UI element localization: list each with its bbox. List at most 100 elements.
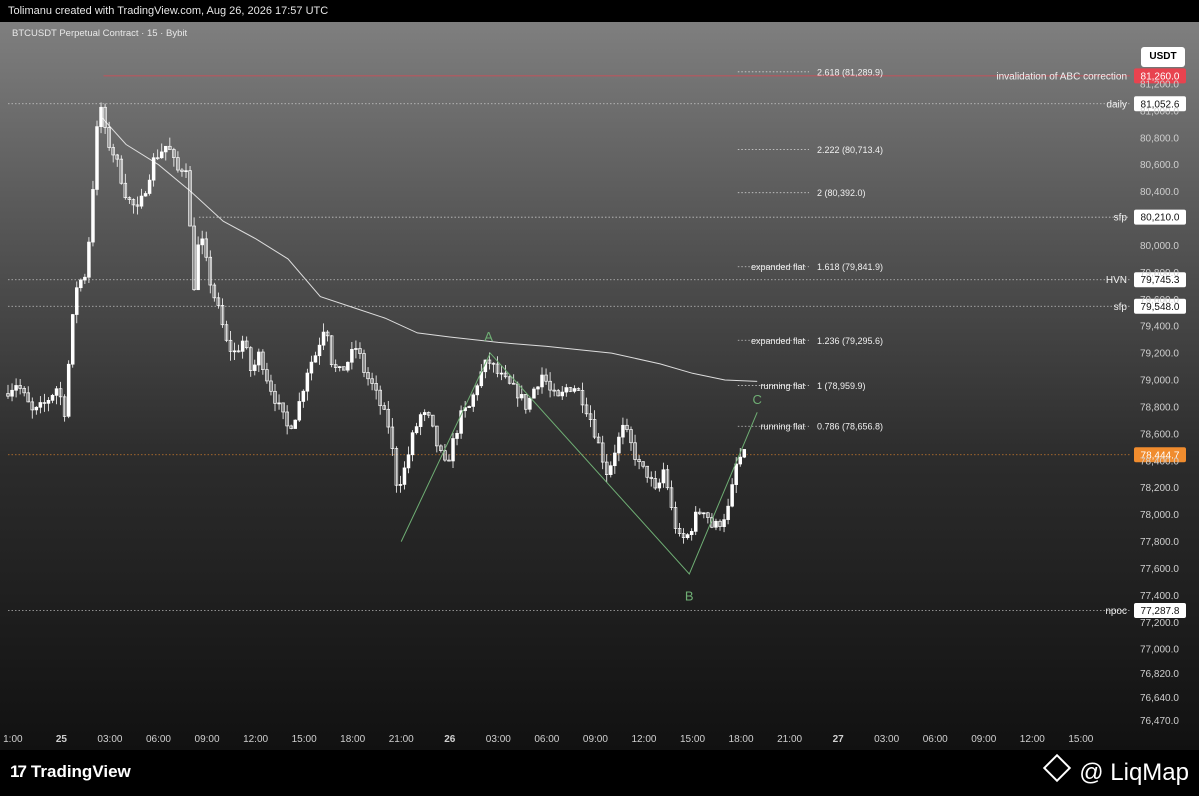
x-tick-label: 1:00	[3, 734, 23, 745]
y-tick-label: 77,600.0	[1140, 564, 1179, 575]
liqmap-logo: @ LiqMap	[1043, 753, 1189, 787]
candle-body	[613, 452, 617, 467]
x-tick-label: 12:00	[631, 734, 656, 745]
candle-body	[422, 412, 427, 415]
candle-body	[528, 397, 532, 410]
candle-body	[657, 482, 662, 489]
candle-body	[398, 484, 403, 486]
x-tick-label: 06:00	[923, 734, 948, 745]
y-tick-label: 78,000.0	[1140, 510, 1179, 521]
x-tick-label: 12:00	[1020, 734, 1045, 745]
x-tick-label: 03:00	[486, 734, 511, 745]
y-tick-label: 78,400.0	[1140, 456, 1179, 467]
currency-button[interactable]: USDT	[1141, 47, 1185, 67]
candle-body	[621, 424, 625, 438]
candle-body	[14, 385, 18, 391]
candle-body	[139, 195, 144, 207]
candle-body	[730, 484, 734, 507]
y-tick-label: 79,000.0	[1140, 376, 1179, 387]
y-tick-label: 79,600.0	[1140, 295, 1179, 306]
chart-title: BTCUSDT Perpetual Contract · 15 · Bybit	[12, 28, 187, 39]
candle-body	[536, 386, 540, 390]
y-tick-label: 80,400.0	[1140, 187, 1179, 198]
x-tick-label: 06:00	[146, 734, 171, 745]
fib-label: 0.786 (78,656.8)	[817, 422, 883, 432]
x-tick-label: 18:00	[340, 734, 365, 745]
level-badge-label: 80,210.0	[1141, 213, 1180, 224]
candle-body	[689, 531, 694, 535]
candle-body	[564, 387, 569, 393]
x-tick-label: 09:00	[583, 734, 608, 745]
candle-body	[609, 465, 613, 475]
candle-body	[346, 361, 350, 371]
candle-body	[277, 402, 281, 405]
chart-area[interactable]: BTCUSDT Perpetual Contract · 15 · Bybit …	[0, 22, 1199, 750]
candle-body	[75, 287, 79, 315]
candle-body	[661, 469, 666, 484]
level-label: daily	[1106, 99, 1127, 110]
y-tick-label: 77,800.0	[1140, 537, 1179, 548]
candle-body	[685, 534, 690, 539]
candle-body	[184, 170, 188, 173]
x-tick-label: 21:00	[389, 734, 414, 745]
y-tick-label: 79,400.0	[1140, 322, 1179, 333]
candle-body	[66, 363, 71, 417]
x-tick-label: 26	[444, 734, 456, 745]
price-chart[interactable]: BTCUSDT Perpetual Contract · 15 · Bybit …	[0, 22, 1199, 750]
x-tick-label: 12:00	[243, 734, 268, 745]
y-tick-label: 76,470.0	[1140, 716, 1179, 727]
x-tick-label: 03:00	[874, 734, 899, 745]
y-tick-label: 78,800.0	[1140, 402, 1179, 413]
candle-body	[317, 344, 322, 357]
level-label: sfp	[1114, 213, 1128, 224]
candle-body	[742, 449, 747, 458]
x-tick-label: 15:00	[1068, 734, 1093, 745]
y-tick-label: 81,000.0	[1140, 106, 1179, 117]
footer: 17 TradingView @ LiqMap	[0, 750, 1199, 796]
candle-body	[293, 419, 297, 429]
candle-body	[196, 244, 200, 291]
candle-body	[337, 366, 342, 369]
candle-body	[87, 241, 91, 278]
y-tick-label: 80,600.0	[1140, 160, 1179, 171]
candle-body	[702, 512, 706, 515]
fib-note: expanded flat	[751, 336, 806, 346]
candle-body	[91, 189, 95, 243]
candle-body	[83, 276, 87, 281]
candle-body	[738, 456, 742, 465]
candle-body	[309, 361, 314, 374]
y-tick-label: 78,200.0	[1140, 483, 1179, 494]
candle-body	[143, 193, 148, 197]
x-tick-label: 09:00	[971, 734, 996, 745]
tradingview-logo-icon: 17	[10, 762, 27, 781]
y-tick-label: 78,600.0	[1140, 429, 1179, 440]
tradingview-brand: TradingView	[30, 762, 131, 781]
x-tick-label: 18:00	[729, 734, 754, 745]
candle-body	[79, 279, 83, 289]
candle-body	[455, 432, 459, 439]
y-tick-label: 80,800.0	[1140, 133, 1179, 144]
abc-wave-line	[400, 352, 758, 575]
candle-body	[253, 364, 257, 371]
candle-body	[46, 399, 51, 404]
tradingview-logo[interactable]: 17 TradingView	[10, 762, 131, 782]
candle-body	[305, 372, 310, 392]
candle-body	[722, 519, 726, 527]
fib-label: 2 (80,392.0)	[817, 188, 866, 198]
candle-body	[257, 351, 261, 366]
level-label: invalidation of ABC correction	[996, 71, 1127, 82]
x-tick-label: 03:00	[97, 734, 122, 745]
candle-body	[70, 314, 75, 365]
y-tick-label: 77,000.0	[1140, 645, 1179, 656]
candle-body	[38, 402, 43, 408]
candle-body	[147, 179, 152, 194]
candle-body	[414, 426, 419, 434]
candle-body	[475, 385, 480, 396]
candle-body	[54, 388, 59, 396]
x-tick-label: 25	[56, 734, 68, 745]
x-tick-label: 21:00	[777, 734, 802, 745]
candle-body	[693, 511, 698, 532]
candle-body	[402, 467, 407, 485]
level-label: sfp	[1114, 302, 1128, 313]
candle-body	[532, 388, 536, 399]
